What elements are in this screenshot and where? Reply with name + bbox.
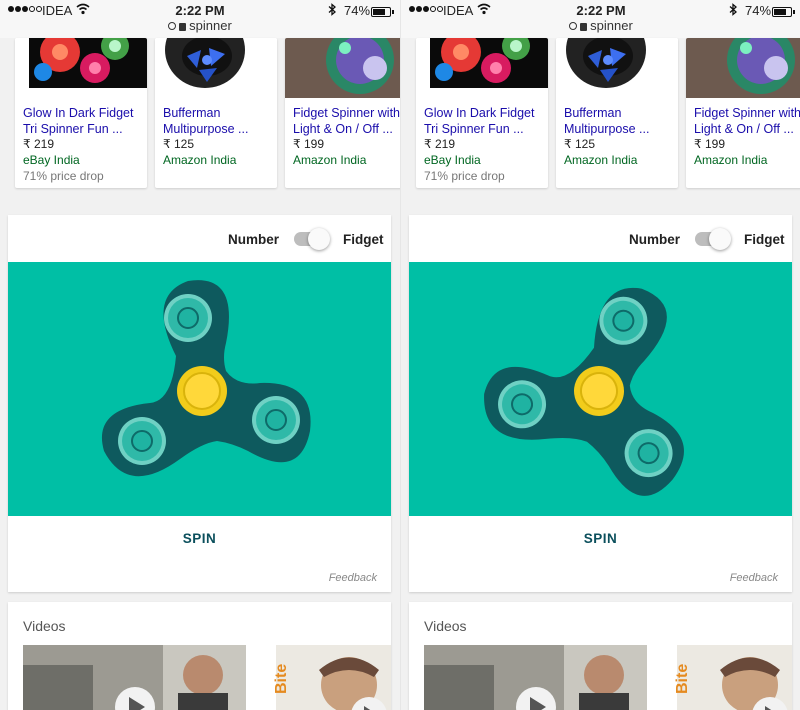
product-image bbox=[285, 38, 400, 98]
battery-level bbox=[373, 9, 385, 15]
battery-level bbox=[774, 9, 786, 15]
product-title[interactable]: Fidget Spinner with Light & On / Off ... bbox=[694, 105, 800, 137]
lock-icon bbox=[580, 23, 588, 31]
search-icon bbox=[569, 22, 578, 30]
spin-button[interactable]: SPIN bbox=[409, 531, 792, 546]
product-card[interactable]: Bufferman Multipurpose ... ₹ 125 Amazon … bbox=[556, 38, 678, 188]
video-thumbnail[interactable]: Bite bbox=[254, 645, 391, 710]
battery-icon bbox=[772, 7, 792, 17]
product-image bbox=[15, 38, 147, 98]
product-price: ₹ 219 bbox=[424, 137, 455, 151]
videos-section: Videos Bite bbox=[409, 602, 792, 710]
clock: 2:22 PM bbox=[576, 3, 626, 18]
mode-toggle-row: Number Fidget bbox=[8, 215, 391, 261]
mode-toggle-row: Number Fidget bbox=[409, 215, 792, 261]
product-title[interactable]: Bufferman Multipurpose ... bbox=[163, 105, 273, 137]
product-title[interactable]: Fidget Spinner with Light & On / Off ... bbox=[293, 105, 400, 137]
product-store: Amazon India bbox=[163, 153, 237, 167]
product-card[interactable]: Glow In Dark Fidget Tri Spinner Fun ... … bbox=[416, 38, 548, 188]
number-mode-label[interactable]: Number bbox=[629, 232, 680, 247]
product-title[interactable]: Glow In Dark Fidget Tri Spinner Fun ... bbox=[23, 105, 143, 137]
battery-percentage: 74% bbox=[344, 3, 371, 18]
product-price-drop: 71% price drop bbox=[424, 169, 505, 183]
fidget-spinner-icon[interactable] bbox=[8, 262, 391, 516]
battery-percentage: 74% bbox=[745, 3, 772, 18]
product-image bbox=[556, 38, 678, 98]
spinner-play-area[interactable] bbox=[409, 262, 792, 516]
video-thumbnail-image bbox=[424, 645, 647, 710]
video-thumbnail[interactable]: Bite bbox=[655, 645, 792, 710]
video-thumbnail-image: Bite bbox=[655, 645, 792, 710]
phone-screen-left: IDEA 2:22 PM 74% spinner Glow In Dark Fi… bbox=[0, 0, 400, 710]
video-thumbnail[interactable] bbox=[424, 645, 647, 710]
feedback-link[interactable]: Feedback bbox=[730, 572, 778, 584]
toggle-knob[interactable] bbox=[709, 228, 731, 250]
product-price: ₹ 125 bbox=[564, 137, 595, 151]
product-store: eBay India bbox=[424, 153, 481, 167]
mode-toggle-switch[interactable] bbox=[294, 228, 330, 250]
product-price-drop: 71% price drop bbox=[23, 169, 104, 183]
mode-toggle-switch[interactable] bbox=[695, 228, 731, 250]
fidget-spinner-widget: Number Fidget SPIN Feedback bbox=[8, 215, 391, 592]
product-price: ₹ 125 bbox=[163, 137, 194, 151]
product-price: ₹ 199 bbox=[694, 137, 725, 151]
svg-text:Bite: Bite bbox=[674, 664, 691, 694]
product-store: Amazon India bbox=[564, 153, 638, 167]
feedback-link[interactable]: Feedback bbox=[329, 572, 377, 584]
address-bar[interactable]: spinner bbox=[401, 18, 800, 33]
product-card[interactable]: Fidget Spinner with Light & On / Off ...… bbox=[285, 38, 400, 188]
toggle-knob[interactable] bbox=[308, 228, 330, 250]
url-text: spinner bbox=[189, 18, 232, 33]
product-card[interactable]: Fidget Spinner with Light & On / Off ...… bbox=[686, 38, 800, 188]
product-title[interactable]: Bufferman Multipurpose ... bbox=[564, 105, 674, 137]
videos-heading: Videos bbox=[424, 618, 467, 634]
svg-text:Bite: Bite bbox=[273, 664, 290, 694]
product-store: Amazon India bbox=[694, 153, 768, 167]
number-mode-label[interactable]: Number bbox=[228, 232, 279, 247]
search-icon bbox=[168, 22, 177, 30]
status-bar: IDEA 2:22 PM 74% spinner bbox=[0, 0, 400, 38]
address-bar[interactable]: spinner bbox=[0, 18, 400, 33]
product-image bbox=[155, 38, 277, 98]
url-text: spinner bbox=[590, 18, 633, 33]
phone-screen-right: IDEA 2:22 PM 74% spinner Glow In Dark Fi… bbox=[400, 0, 800, 710]
product-price: ₹ 219 bbox=[23, 137, 54, 151]
product-card[interactable]: Glow In Dark Fidget Tri Spinner Fun ... … bbox=[15, 38, 147, 188]
product-store: Amazon India bbox=[293, 153, 367, 167]
video-thumbnail[interactable] bbox=[23, 645, 246, 710]
shopping-results: Glow In Dark Fidget Tri Spinner Fun ... … bbox=[401, 38, 800, 206]
product-store: eBay India bbox=[23, 153, 80, 167]
fidget-spinner-icon[interactable] bbox=[409, 262, 792, 516]
video-thumbnail-image: Bite bbox=[254, 645, 391, 710]
lock-icon bbox=[179, 23, 187, 31]
videos-section: Videos Bite bbox=[8, 602, 391, 710]
fidget-mode-label[interactable]: Fidget bbox=[343, 232, 384, 247]
bluetooth-icon bbox=[729, 3, 737, 16]
battery-icon bbox=[371, 7, 391, 17]
shopping-results: Glow In Dark Fidget Tri Spinner Fun ... … bbox=[0, 38, 400, 206]
spin-button[interactable]: SPIN bbox=[8, 531, 391, 546]
clock: 2:22 PM bbox=[175, 3, 225, 18]
fidget-spinner-widget: Number Fidget SPIN Feedback bbox=[409, 215, 792, 592]
bluetooth-icon bbox=[328, 3, 336, 16]
product-image bbox=[686, 38, 800, 98]
status-bar: IDEA 2:22 PM 74% spinner bbox=[401, 0, 800, 38]
fidget-mode-label[interactable]: Fidget bbox=[744, 232, 785, 247]
product-title[interactable]: Glow In Dark Fidget Tri Spinner Fun ... bbox=[424, 105, 544, 137]
spinner-play-area[interactable] bbox=[8, 262, 391, 516]
videos-heading: Videos bbox=[23, 618, 66, 634]
video-thumbnail-image bbox=[23, 645, 246, 710]
product-price: ₹ 199 bbox=[293, 137, 324, 151]
product-image bbox=[416, 38, 548, 98]
product-card[interactable]: Bufferman Multipurpose ... ₹ 125 Amazon … bbox=[155, 38, 277, 188]
